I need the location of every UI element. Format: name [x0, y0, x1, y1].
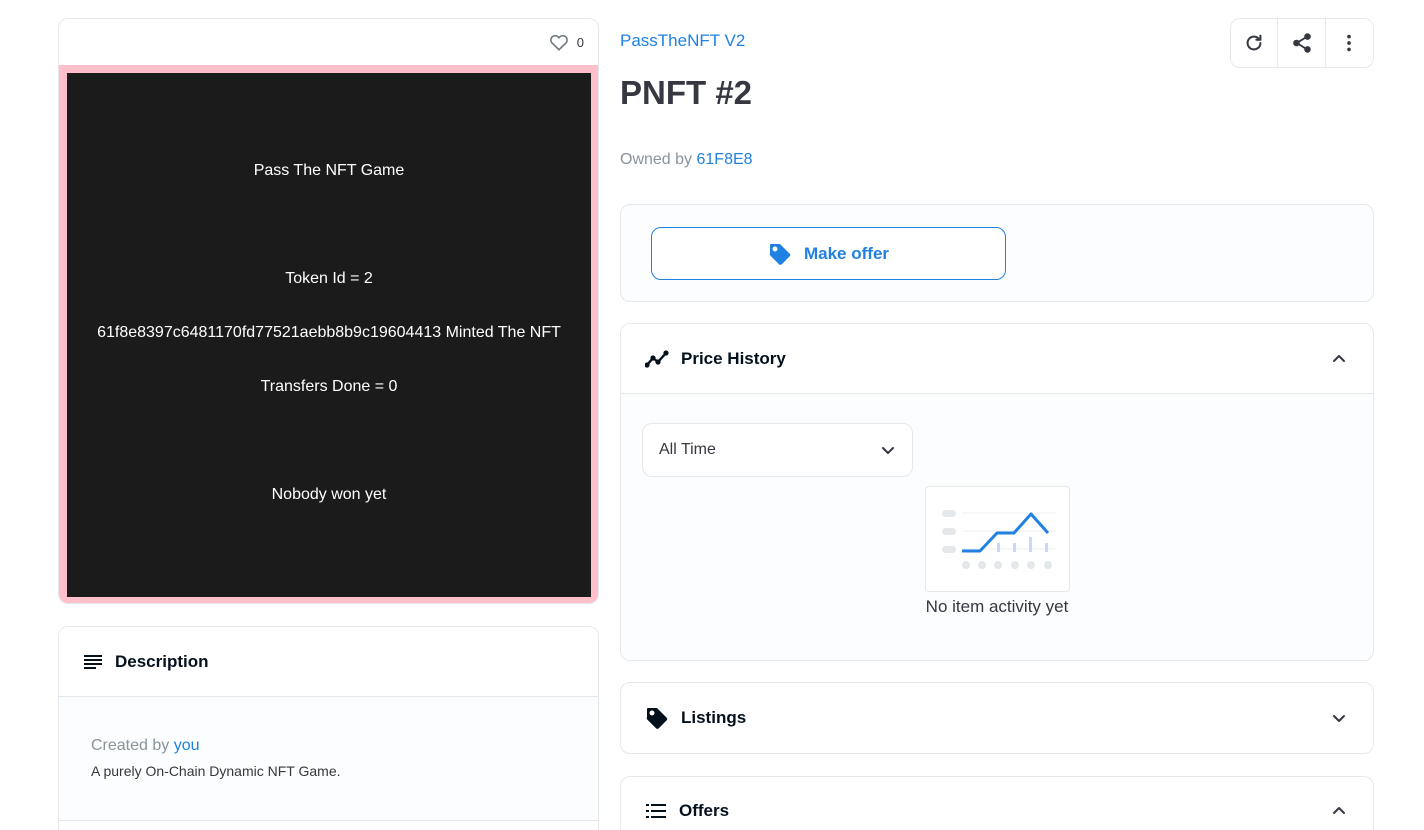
share-icon: [1291, 32, 1313, 54]
make-offer-button[interactable]: Make offer: [651, 227, 1006, 280]
price-history-title: Price History: [681, 348, 786, 368]
refresh-button[interactable]: [1231, 19, 1279, 67]
media-header: 0: [59, 19, 598, 65]
offers-header-left: Offers: [645, 801, 729, 821]
chevron-down-icon[interactable]: [1331, 710, 1347, 726]
created-by: Created by you: [91, 737, 566, 755]
description-body: Created by you A purely On-Chain Dynamic…: [59, 697, 598, 821]
nft-title: PNFT #2: [620, 74, 753, 111]
favorite-count: 0: [576, 34, 584, 50]
description-header: Description: [59, 627, 598, 697]
item-toolbar: [1230, 18, 1374, 68]
more-vertical-icon: [1338, 32, 1360, 54]
chevron-down-icon: [880, 442, 896, 458]
time-range-select[interactable]: All Time: [642, 423, 913, 477]
offers-title: Offers: [679, 801, 730, 820]
owned-by: Owned by 61F8E8: [620, 151, 753, 169]
share-button[interactable]: [1278, 19, 1326, 67]
listings-header-left: Listings: [645, 706, 746, 730]
empty-chart-illustration: [925, 486, 1070, 592]
nft-winner: Nobody won yet: [271, 486, 387, 503]
nft-transfers: Transfers Done = 0: [260, 378, 398, 395]
nft-token-id: Token Id = 2: [285, 270, 373, 287]
owned-by-label: Owned by: [620, 151, 693, 168]
listings-panel: Listings: [620, 682, 1374, 754]
empty-activity-text: No item activity yet: [925, 597, 1069, 616]
tag-icon: [645, 706, 669, 730]
offer-panel: Make offer: [620, 204, 1374, 302]
description-icon: [83, 654, 103, 670]
nft-image-frame[interactable]: Pass The NFT Game Token Id = 2 61f8e8397…: [59, 65, 598, 603]
nft-minter: 61f8e8397c6481170fd77521aebb8b9c19604413…: [97, 324, 561, 341]
timeline-icon: [645, 349, 669, 368]
nft-game-title: Pass The NFT Game: [253, 162, 405, 179]
price-history-panel: Price History All Time No item activity …: [620, 323, 1374, 661]
created-by-label: Created by: [91, 737, 170, 754]
description-panel: Description Created by you A purely On-C…: [58, 626, 599, 830]
list-icon: [645, 803, 667, 819]
price-history-header-left: Price History: [645, 349, 786, 369]
listings-title: Listings: [681, 708, 747, 727]
chevron-up-icon[interactable]: [1331, 803, 1347, 819]
more-button[interactable]: [1325, 19, 1373, 67]
refresh-icon: [1243, 32, 1265, 54]
heart-icon[interactable]: [549, 33, 569, 51]
offers-panel: Offers: [620, 776, 1374, 830]
creator-link[interactable]: you: [174, 737, 200, 754]
time-range-value: All Time: [659, 441, 716, 458]
description-title: Description: [115, 651, 209, 671]
nft-image: Pass The NFT Game Token Id = 2 61f8e8397…: [67, 73, 591, 597]
chevron-up-icon[interactable]: [1331, 351, 1347, 367]
listings-header[interactable]: Listings: [621, 683, 1373, 753]
price-history-header[interactable]: Price History: [621, 324, 1373, 394]
tag-icon: [768, 242, 792, 266]
collection-link[interactable]: PassTheNFT V2: [620, 31, 745, 51]
media-card: 0 Pass The NFT Game Token Id = 2 61f8e83…: [58, 18, 599, 604]
owner-link[interactable]: 61F8E8: [697, 151, 753, 168]
make-offer-label: Make offer: [803, 243, 890, 263]
offers-header[interactable]: Offers: [621, 777, 1373, 830]
description-text: A purely On-Chain Dynamic NFT Game.: [91, 763, 341, 779]
